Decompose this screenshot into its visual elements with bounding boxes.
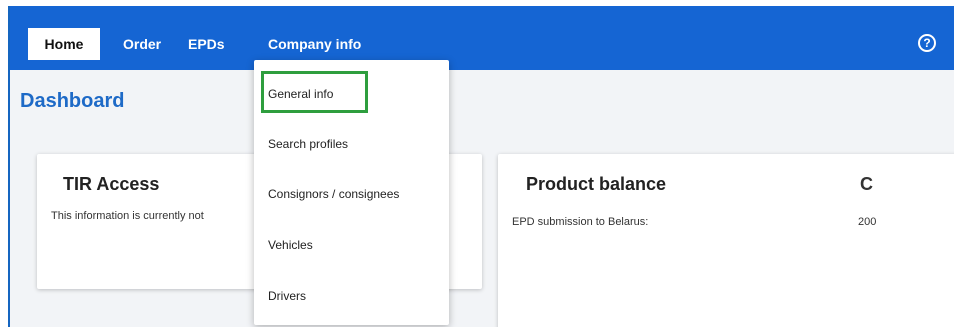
tir-access-text: This information is currently not	[51, 210, 204, 222]
nav-home[interactable]: Home	[28, 28, 100, 60]
tir-access-title: TIR Access	[63, 174, 160, 194]
nav-epds[interactable]: EPDs	[188, 29, 225, 59]
product-balance-card: Product balance C EPD submission to Bela…	[498, 154, 954, 327]
product-balance-title: Product balance	[526, 174, 667, 194]
balance-row-label: EPD submission to Belarus:	[512, 216, 649, 228]
menu-item-search-profiles[interactable]: Search profiles	[268, 137, 348, 151]
help-icon[interactable]: ?	[918, 34, 936, 52]
menu-item-drivers[interactable]: Drivers	[268, 289, 306, 303]
nav-company-info[interactable]: Company info	[268, 29, 361, 59]
page-title: Dashboard	[20, 90, 125, 112]
menu-item-general-info[interactable]: General info	[268, 87, 333, 101]
nav-order[interactable]: Order	[123, 29, 161, 59]
balance-row-value: 200	[858, 216, 877, 228]
refresh-icon[interactable]: C	[860, 174, 873, 195]
company-info-dropdown: General info Search profiles Consignors …	[254, 60, 449, 325]
top-nav-bar: Home Order EPDs Company info ?	[10, 6, 954, 70]
menu-item-consignors-consignees[interactable]: Consignors / consignees	[268, 187, 399, 201]
app-frame: Home Order EPDs Company info ? Dashboard…	[8, 6, 954, 327]
menu-item-vehicles[interactable]: Vehicles	[268, 238, 313, 252]
